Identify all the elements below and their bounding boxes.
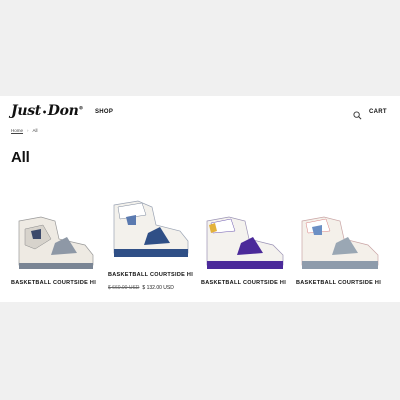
site-header: Just•Don® SHOP CART (0, 96, 400, 132)
product-name[interactable]: BASKETBALL COURTSIDE HI (11, 280, 96, 286)
cart-link[interactable]: CART (369, 109, 387, 115)
breadcrumb: Home › All (11, 128, 38, 133)
product-name[interactable]: BASKETBALL COURTSIDE HI (201, 280, 286, 286)
logo-text-right: Don (47, 103, 79, 119)
sale-price: $ 132.00 USD (142, 285, 174, 291)
logo-text-left: Just (11, 103, 41, 119)
product-image[interactable] (108, 199, 194, 261)
breadcrumb-home-link[interactable]: Home (11, 128, 23, 133)
product-name[interactable]: BASKETBALL COURTSIDE HI (296, 280, 381, 286)
original-price: $ 660.00 USD (108, 285, 140, 291)
product-image[interactable] (296, 209, 382, 271)
product-price: $ 660.00 USD $ 132.00 USD (108, 285, 174, 291)
breadcrumb-current: All (32, 128, 38, 133)
nav-shop-link[interactable]: SHOP (95, 109, 113, 115)
product-image[interactable] (201, 209, 287, 271)
logo-registered-mark: ® (78, 105, 84, 112)
product-image[interactable] (11, 209, 97, 271)
page-content: Just•Don® SHOP CART Home › All All BASKETB… (0, 96, 400, 302)
page-title: All (11, 149, 30, 166)
logo[interactable]: Just•Don® (11, 103, 84, 119)
product-name[interactable]: BASKETBALL COURTSIDE HI (108, 272, 193, 278)
search-icon (353, 111, 362, 120)
search-button[interactable] (353, 107, 362, 120)
breadcrumb-separator: › (27, 128, 29, 133)
logo-separator: • (41, 107, 47, 117)
